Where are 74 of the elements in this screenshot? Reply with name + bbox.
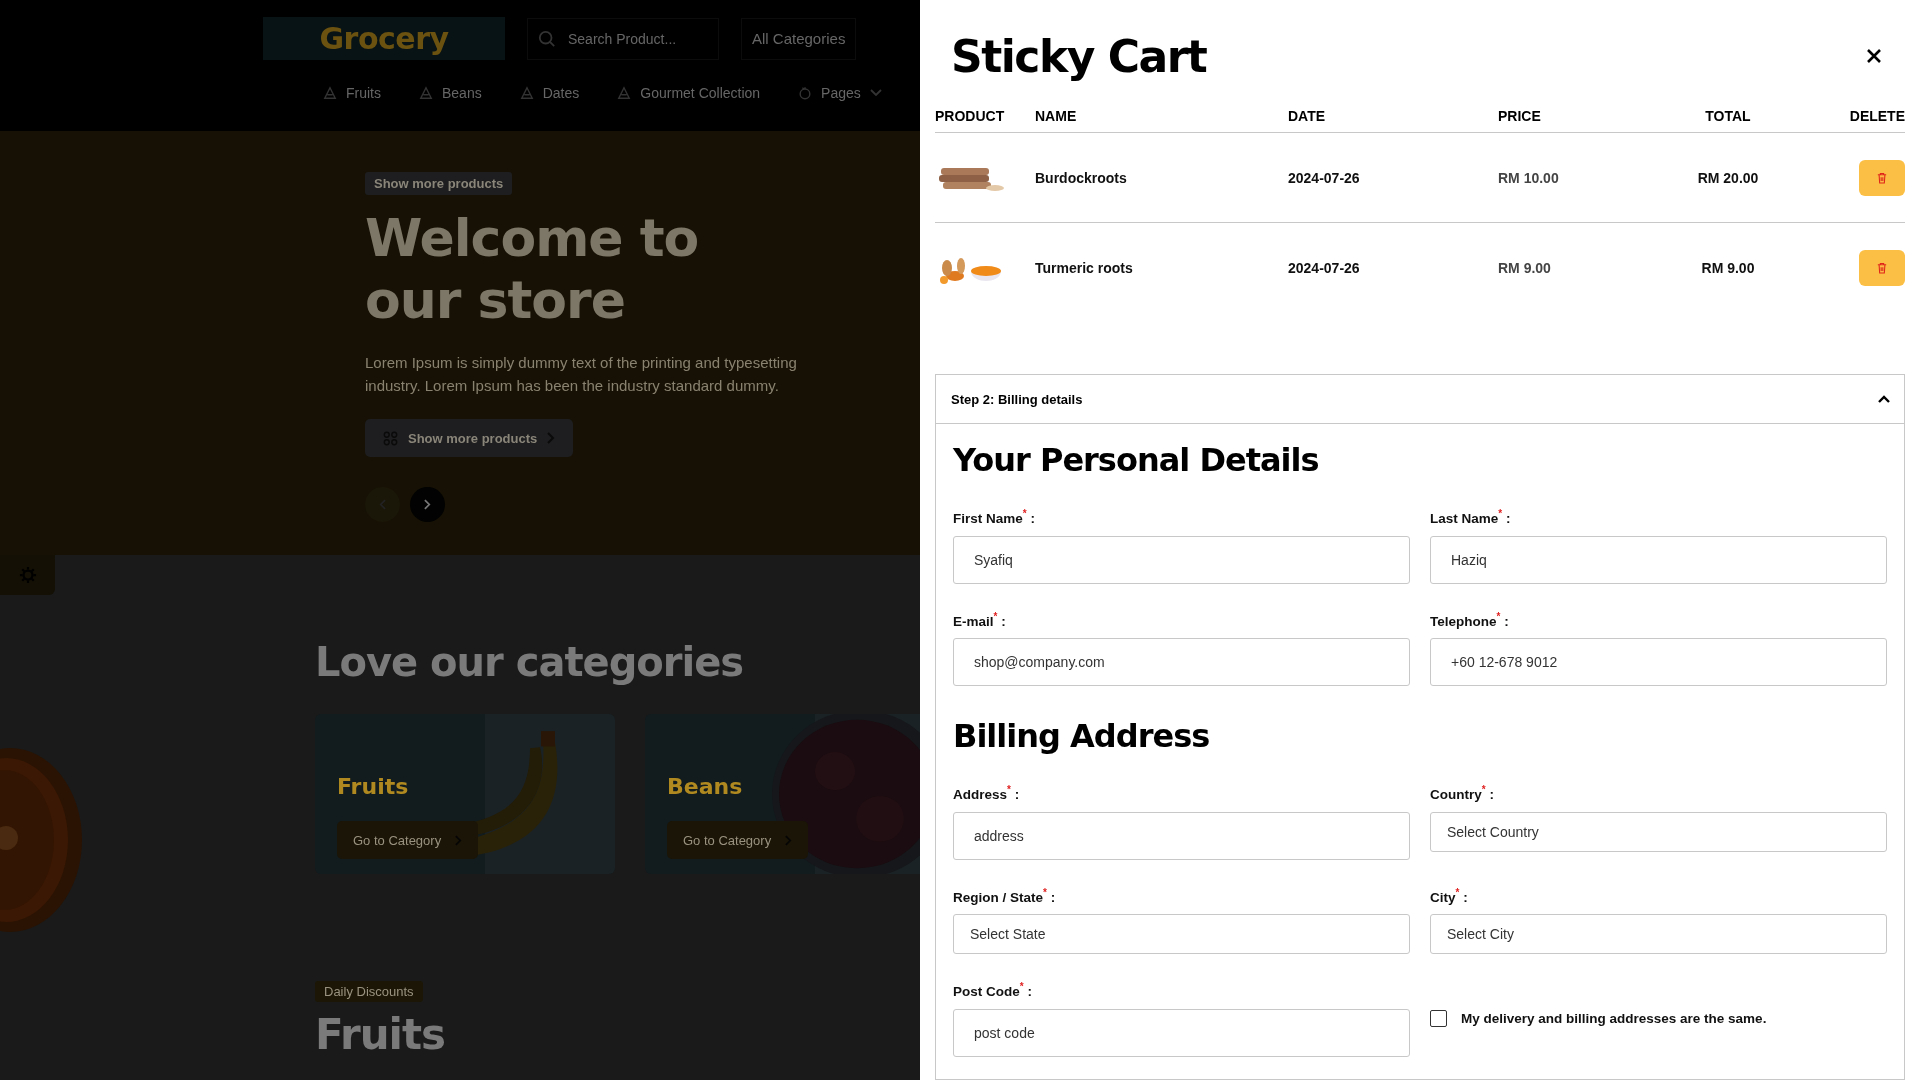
date-cell: 2024-07-26 <box>1288 222 1498 312</box>
go-to-category-button[interactable]: Go to Category <box>667 821 809 859</box>
select-field[interactable]: Select City <box>1430 914 1887 954</box>
hero-title: Welcome to <box>365 207 699 269</box>
chevron-up-icon <box>1878 395 1890 403</box>
category-name: Beans <box>667 774 743 799</box>
product-name: Turmeric roots <box>1035 222 1288 312</box>
hero-tag: Show more products <box>365 172 513 195</box>
trash-icon <box>1877 261 1887 274</box>
category-card[interactable]: Beans Go to Category <box>645 714 920 874</box>
select-field[interactable]: Select State <box>953 914 1410 954</box>
hero-title: our store <box>365 269 626 331</box>
section-title: Love our categories <box>315 638 744 686</box>
column-header: PRICE <box>1498 108 1648 133</box>
category-select[interactable]: All Categories <box>741 17 857 60</box>
field-label: Region / State$^{*}$ : <box>953 886 1057 904</box>
field-label: Telephone$^{*}$ : <box>1430 610 1510 628</box>
cart-title: Sticky Cart <box>951 30 1207 82</box>
price-cell: RM 9.00 <box>1498 222 1648 312</box>
search-input[interactable]: Search Product... <box>566 29 700 48</box>
total-cell: RM 20.00 <box>1648 132 1808 223</box>
column-header: PRODUCT <box>935 108 1035 133</box>
field-label: Last Name$^{*}$ : <box>1430 508 1512 526</box>
field-label: Address$^{*}$ : <box>953 784 1021 802</box>
input-field[interactable]: address <box>953 811 1410 860</box>
date-cell: 2024-07-26 <box>1288 132 1498 223</box>
price-cell: RM 10.00 <box>1498 132 1648 223</box>
input-field[interactable]: Haziq <box>1430 535 1887 584</box>
cone-icon <box>617 86 632 100</box>
section-title: Billing Address <box>953 716 1211 756</box>
show-more-button[interactable]: Show more products <box>365 419 574 457</box>
nav-link[interactable]: Dates <box>519 85 580 101</box>
category-card[interactable]: Fruits Go to Category <box>315 714 615 874</box>
input-field[interactable]: shop@company.com <box>953 638 1410 686</box>
checkbox-label: My delivery and billing addresses are the same. <box>1461 1011 1767 1027</box>
trash-icon <box>1877 171 1887 184</box>
apple-icon <box>798 86 813 100</box>
delete-button[interactable] <box>1859 159 1905 196</box>
input-field[interactable]: Syafiq <box>953 535 1410 584</box>
section-title: Fruits <box>315 1010 446 1060</box>
hero-text: Lorem Ipsum is simply dummy text of the printing and typesetting industry. Lorem Ipsum has been the industry standard dummy. <box>365 353 798 396</box>
chevron-left-icon <box>379 499 386 510</box>
field-label: Post Code$^{*}$ : <box>953 981 1033 999</box>
category-name: Fruits <box>337 774 409 799</box>
column-header: TOTAL <box>1648 108 1808 133</box>
nav-link[interactable]: Beans <box>419 85 482 101</box>
product-name: Burdockroots <box>1035 132 1288 223</box>
chevron-right-icon <box>424 499 431 510</box>
field-label: City$^{*}$ : <box>1430 886 1469 904</box>
chevron-down-icon <box>869 89 882 97</box>
discount-tag: Daily Discounts <box>315 981 423 1002</box>
field-label: First Name$^{*}$ : <box>953 508 1036 526</box>
checkbox[interactable] <box>1430 1010 1447 1028</box>
total-cell: RM 9.00 <box>1648 222 1808 312</box>
cone-icon <box>323 86 337 100</box>
search-field[interactable]: Search Product... <box>527 17 719 60</box>
close-icon <box>1867 49 1881 63</box>
cone-icon <box>519 86 534 100</box>
field-label: E-mail$^{*}$ : <box>953 610 1007 628</box>
delete-button[interactable] <box>1859 249 1905 286</box>
select-field[interactable]: Select Country <box>1430 811 1887 852</box>
field-label: Country$^{*}$ : <box>1430 784 1495 802</box>
column-header: DELETE <box>1808 108 1905 133</box>
nav-link[interactable]: Fruits <box>323 85 381 101</box>
section-title: Your Personal Details <box>953 440 1320 480</box>
nav-link[interactable]: Gourmet Collection <box>617 85 761 101</box>
search-icon <box>538 29 556 48</box>
input-field[interactable]: +60 12-678 9012 <box>1430 638 1887 686</box>
go-to-category-button[interactable]: Go to Category <box>337 821 479 859</box>
cone-icon <box>419 86 433 100</box>
column-header: NAME <box>1035 108 1288 133</box>
column-header: DATE <box>1288 108 1498 133</box>
input-field[interactable]: post code <box>953 1008 1410 1057</box>
nav-link[interactable]: Pages <box>798 85 882 101</box>
